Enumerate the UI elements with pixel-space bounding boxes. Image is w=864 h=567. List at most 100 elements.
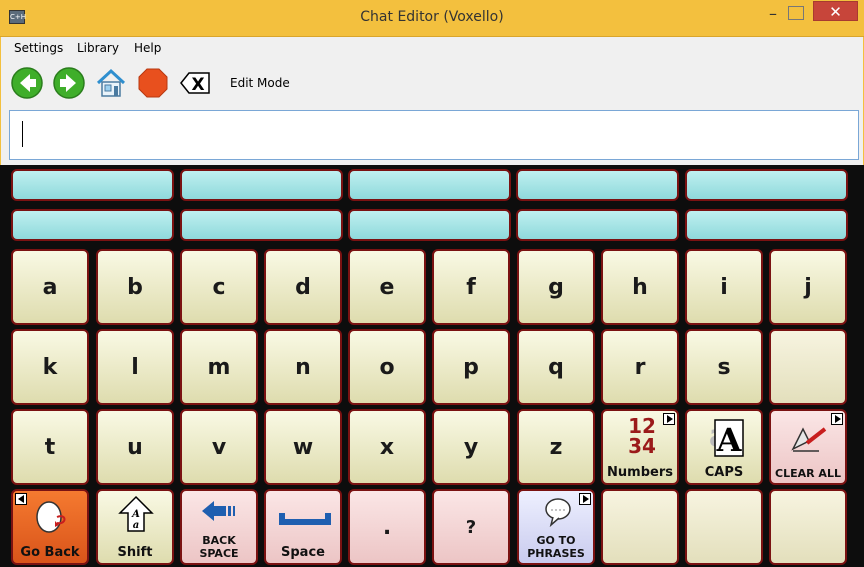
delete-word-icon[interactable]: X — [179, 67, 211, 99]
key-blank[interactable] — [601, 489, 679, 565]
phrase-slot[interactable] — [685, 169, 848, 201]
maximize-button[interactable] — [788, 6, 804, 20]
key-blank[interactable] — [769, 489, 847, 565]
forward-arrow-icon[interactable] — [53, 67, 85, 99]
caps-icon: a A — [709, 419, 744, 458]
go-to-phrases-button[interactable]: GO TO PHRASES — [517, 489, 595, 565]
key-p[interactable]: p — [432, 329, 510, 405]
space-button[interactable]: Space — [264, 489, 342, 565]
key-label: y — [463, 434, 479, 460]
phrase-slot[interactable] — [11, 209, 174, 241]
shift-button[interactable]: A a Shift — [96, 489, 174, 565]
key-label: r — [634, 354, 646, 380]
key-v[interactable]: v — [180, 409, 258, 485]
home-icon[interactable] — [95, 67, 127, 99]
numbers-button[interactable]: 12 34 Numbers — [601, 409, 679, 485]
go-back-button[interactable]: Go Back — [11, 489, 89, 565]
key-label: . — [382, 514, 392, 540]
close-button[interactable]: ✕ — [813, 1, 858, 21]
menu-settings[interactable]: Settings — [14, 41, 63, 55]
message-input[interactable] — [9, 110, 859, 160]
key-u[interactable]: u — [96, 409, 174, 485]
key-l[interactable]: l — [96, 329, 174, 405]
key-blank[interactable] — [685, 489, 763, 565]
key-label: a — [42, 274, 58, 300]
stop-icon[interactable] — [137, 67, 169, 99]
numbers-glyph-bottom: 34 — [628, 434, 656, 458]
go-back-label: Go Back — [20, 545, 80, 560]
text-caret — [22, 121, 23, 147]
submenu-flag-icon — [663, 413, 675, 425]
key-label: t — [44, 434, 56, 460]
message-area — [0, 108, 864, 165]
speech-bubble-icon — [545, 498, 571, 527]
back-flag-icon — [15, 493, 27, 505]
key-c[interactable]: c — [180, 249, 258, 325]
key-blank[interactable] — [769, 329, 847, 405]
phrase-slot[interactable] — [180, 209, 343, 241]
key-b[interactable]: b — [96, 249, 174, 325]
key-h[interactable]: h — [601, 249, 679, 325]
caps-button[interactable]: a A CAPS — [685, 409, 763, 485]
backspace-button[interactable]: BACK SPACE — [180, 489, 258, 565]
key-label: q — [548, 354, 564, 380]
key-a[interactable]: a — [11, 249, 89, 325]
key-label: h — [632, 274, 648, 300]
key-x[interactable]: x — [348, 409, 426, 485]
key-label: k — [42, 354, 58, 380]
shift-icon: A a — [118, 495, 154, 532]
phrase-slot[interactable] — [516, 169, 679, 201]
phrase-slot[interactable] — [516, 209, 679, 241]
backspace-arrow-icon — [202, 501, 235, 521]
key-r[interactable]: r — [601, 329, 679, 405]
caps-label: CAPS — [704, 465, 744, 480]
go-to-phrases-label: GO TO PHRASES — [519, 534, 593, 560]
menu-library[interactable]: Library — [77, 41, 119, 55]
key-i[interactable]: i — [685, 249, 763, 325]
key-label: z — [549, 434, 563, 460]
menu-help[interactable]: Help — [134, 41, 161, 55]
clear-all-button[interactable]: CLEAR ALL — [769, 409, 847, 485]
key-q[interactable]: q — [517, 329, 595, 405]
go-to-label-1: GO TO — [536, 534, 576, 547]
go-to-label-2: PHRASES — [527, 547, 585, 560]
phrase-slot[interactable] — [348, 169, 511, 201]
phrase-slot[interactable] — [11, 169, 174, 201]
key-f[interactable]: f — [432, 249, 510, 325]
backspace-label: BACK SPACE — [182, 534, 256, 560]
window-title: Chat Editor (Voxello) — [360, 9, 504, 25]
svg-text:A: A — [131, 509, 140, 520]
key-t[interactable]: t — [11, 409, 89, 485]
question-button[interactable]: ? — [432, 489, 510, 565]
key-k[interactable]: k — [11, 329, 89, 405]
backspace-label-2: SPACE — [199, 547, 239, 560]
key-o[interactable]: o — [348, 329, 426, 405]
phrase-slot[interactable] — [348, 209, 511, 241]
toolbar: X Edit Mode — [0, 60, 864, 108]
key-s[interactable]: s — [685, 329, 763, 405]
key-z[interactable]: z — [517, 409, 595, 485]
key-m[interactable]: m — [180, 329, 258, 405]
key-label: f — [466, 274, 476, 300]
submenu-flag-icon — [831, 413, 843, 425]
key-j[interactable]: j — [769, 249, 847, 325]
key-label: m — [207, 354, 231, 380]
key-label: c — [212, 274, 226, 300]
go-back-icon — [36, 501, 66, 533]
phrase-slot[interactable] — [180, 169, 343, 201]
key-e[interactable]: e — [348, 249, 426, 325]
key-d[interactable]: d — [264, 249, 342, 325]
edit-mode-label: Edit Mode — [230, 76, 290, 90]
key-label: g — [548, 274, 564, 300]
back-arrow-icon[interactable] — [11, 67, 43, 99]
key-g[interactable]: g — [517, 249, 595, 325]
minimize-button[interactable]: – — [763, 5, 783, 25]
key-n[interactable]: n — [264, 329, 342, 405]
phrase-slot[interactable] — [685, 209, 848, 241]
period-button[interactable]: . — [348, 489, 426, 565]
key-label: d — [295, 274, 311, 300]
key-y[interactable]: y — [432, 409, 510, 485]
key-label: i — [720, 274, 728, 300]
key-label: w — [292, 434, 314, 460]
key-w[interactable]: w — [264, 409, 342, 485]
